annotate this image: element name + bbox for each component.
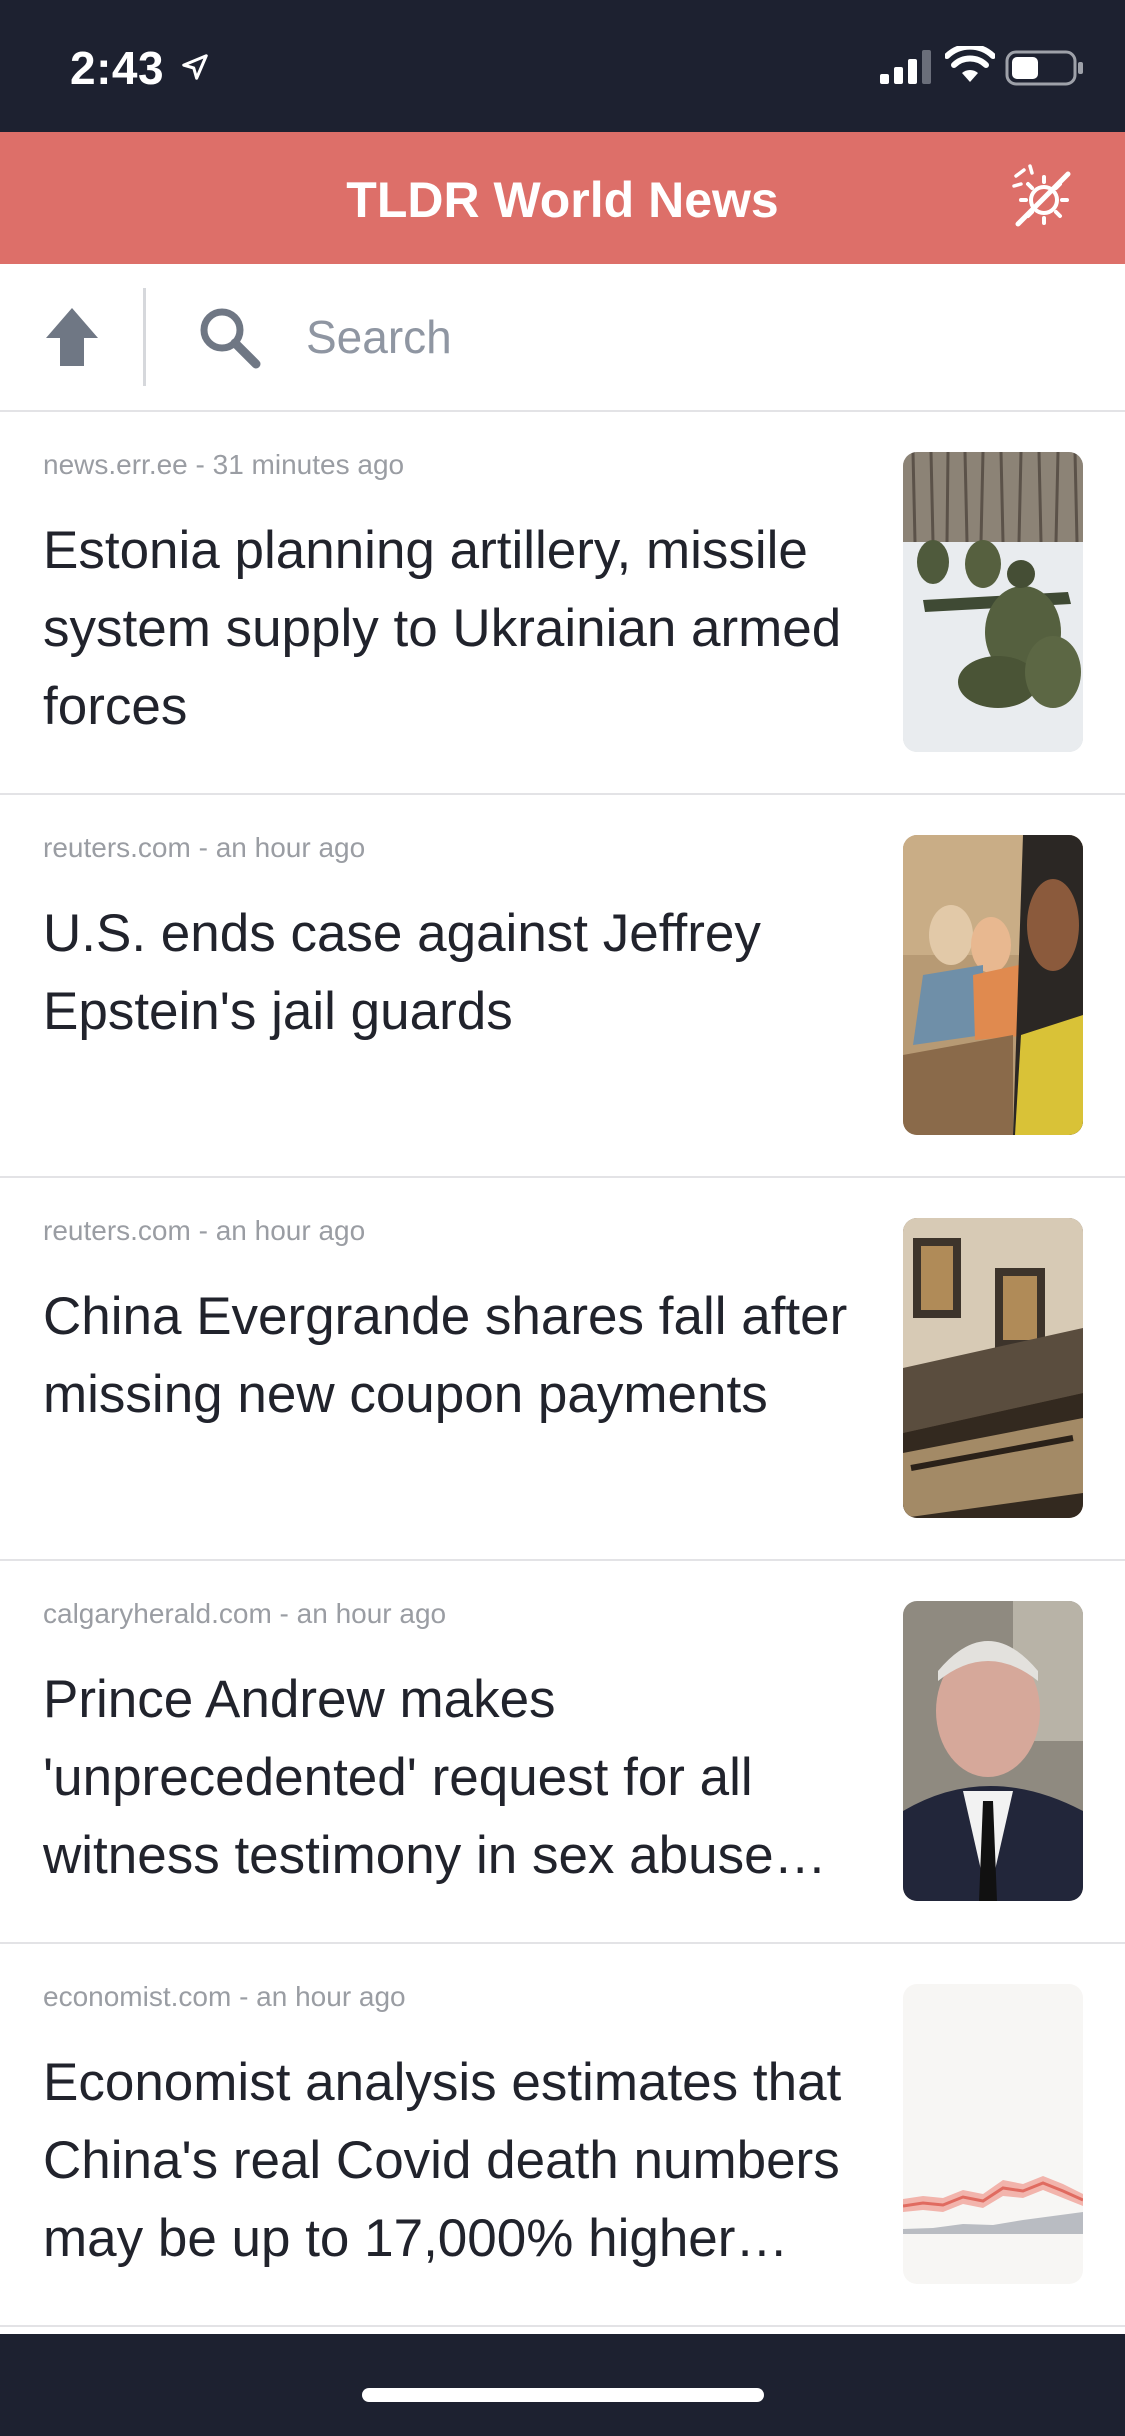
search-input[interactable]: [306, 302, 1086, 372]
sun-moon-icon[interactable]: [1008, 162, 1078, 232]
article-list: news.err.ee - 31 minutes ago Estonia pla…: [0, 412, 1125, 2327]
article-source-time: economist.com - an hour ago: [43, 1981, 406, 2012]
search-bar: [0, 264, 1125, 412]
article-thumbnail[interactable]: [903, 1601, 1083, 1901]
article-source-time: calgaryherald.com - an hour ago: [43, 1598, 447, 1629]
article-thumbnail[interactable]: [903, 452, 1083, 752]
article-thumbnail[interactable]: [903, 1984, 1083, 2284]
arrow-up-icon[interactable]: [44, 304, 100, 370]
home-area: [0, 2334, 1125, 2436]
article-source-time: reuters.com - an hour ago: [43, 1215, 366, 1246]
location-arrow-icon: [182, 54, 208, 80]
article-item[interactable]: reuters.com - an hour ago China Evergran…: [0, 1178, 1125, 1561]
article-title[interactable]: Estonia planning artillery, missile syst…: [43, 512, 853, 746]
search-icon[interactable]: [196, 304, 262, 370]
status-bar: 2:43: [0, 0, 1125, 132]
article-item[interactable]: news.err.ee - 31 minutes ago Estonia pla…: [0, 412, 1125, 795]
article-thumbnail[interactable]: [903, 835, 1083, 1135]
article-title[interactable]: Economist analysis estimates that China'…: [43, 2044, 853, 2278]
status-time: 2:43: [70, 42, 165, 94]
app-header: TLDR World News: [0, 132, 1125, 264]
article-item[interactable]: calgaryherald.com - an hour ago Prince A…: [0, 1561, 1125, 1944]
article-item[interactable]: reuters.com - an hour ago U.S. ends case…: [0, 795, 1125, 1178]
article-source-time: news.err.ee - 31 minutes ago: [43, 449, 405, 480]
article-title[interactable]: U.S. ends case against Jeffrey Epstein's…: [43, 895, 853, 1051]
cellular-signal-icon: [880, 50, 931, 84]
battery-icon: [1005, 50, 1083, 86]
app-title: TLDR World News: [346, 172, 779, 228]
search-divider: [143, 288, 146, 386]
wifi-icon: [945, 46, 995, 82]
article-title[interactable]: Prince Andrew makes 'unprecedented' requ…: [43, 1661, 853, 1895]
article-title[interactable]: China Evergrande shares fall after missi…: [43, 1278, 853, 1434]
article-item[interactable]: economist.com - an hour ago Economist an…: [0, 1944, 1125, 2327]
home-indicator[interactable]: [362, 2388, 764, 2402]
article-thumbnail[interactable]: [903, 1218, 1083, 1518]
article-source-time: reuters.com - an hour ago: [43, 832, 366, 863]
